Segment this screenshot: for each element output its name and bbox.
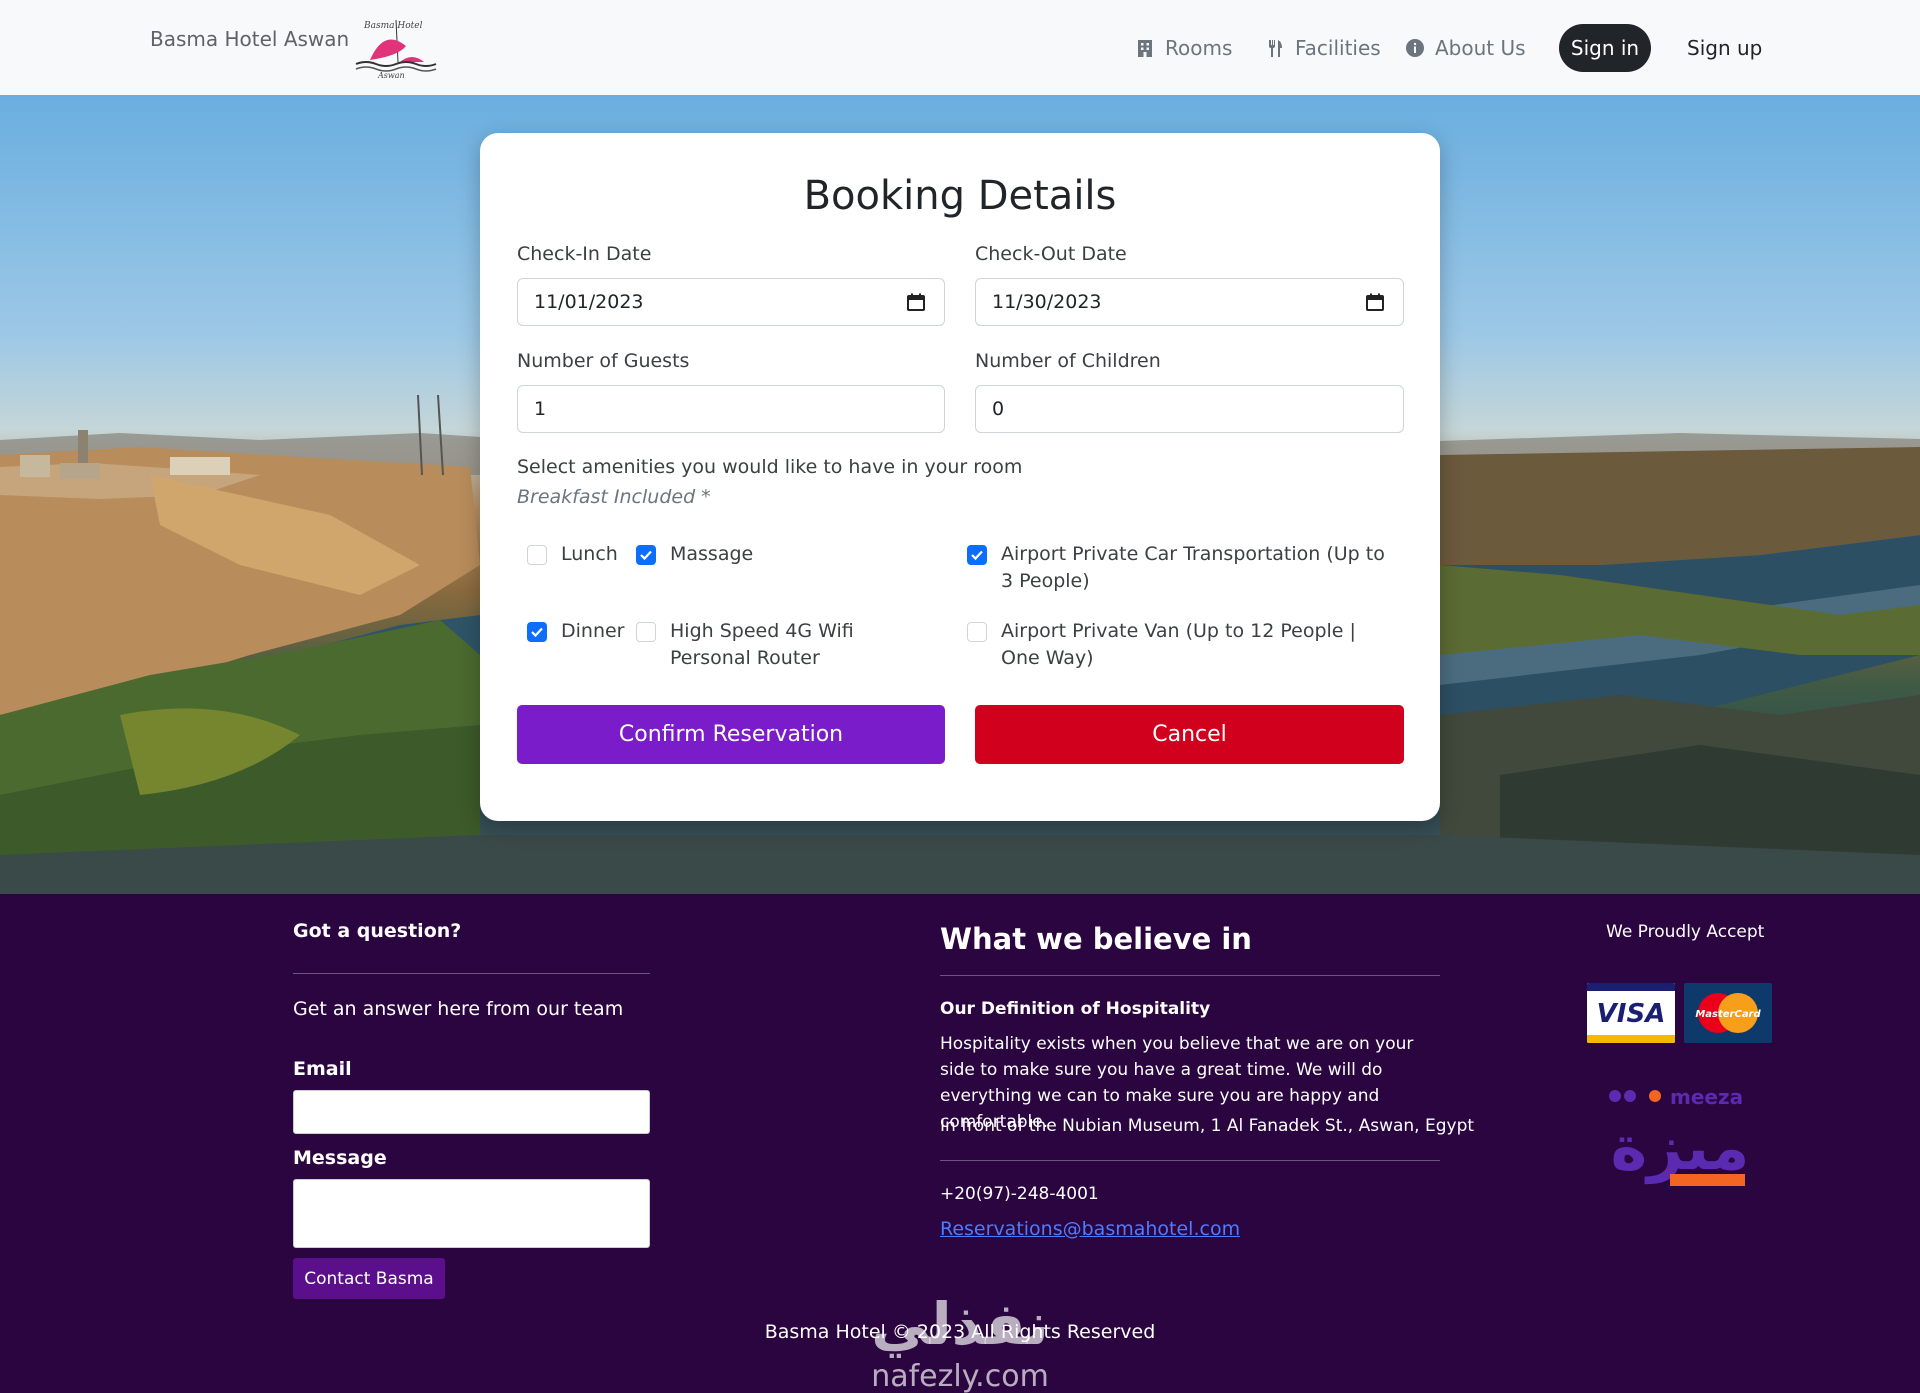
hotel-address: In front of the Nubian Museum, 1 Al Fana… [940, 1116, 1475, 1136]
meeza-arabic-text: ميزة [1611, 1111, 1750, 1184]
amenity-dinner-label: Dinner [561, 620, 625, 642]
amenity-airport-van-label: Airport Private Van (Up to 12 People | O… [1001, 620, 1356, 669]
checkmark-icon [531, 627, 543, 638]
email-label: Email [293, 1058, 352, 1080]
confirm-reservation-button[interactable]: Confirm Reservation [517, 705, 945, 764]
visa-logo: VISA [1587, 983, 1675, 1043]
booking-title: Booking Details [803, 173, 1117, 219]
logo-text-bottom: Aswan [377, 71, 405, 80]
brand-name[interactable]: Basma Hotel Aswan [150, 27, 349, 51]
sign-in-button[interactable]: Sign in [1559, 24, 1651, 72]
check-out-value: 11/30/2023 [992, 291, 1102, 313]
watermark-arabic-text: نفذلي [871, 1290, 1048, 1358]
believe-title: What we believe in [940, 922, 1252, 956]
booking-card: Booking Details Check-In Date 11/01/2023… [480, 133, 1440, 821]
guests-input[interactable]: 1 [517, 385, 945, 433]
checkmark-icon [640, 550, 652, 561]
question-subtitle: Get an answer here from our team [293, 998, 624, 1020]
sign-up-link[interactable]: Sign up [1687, 36, 1762, 60]
checkbox-dinner[interactable] [527, 622, 547, 642]
divider [293, 973, 650, 974]
calendar-icon[interactable] [1365, 292, 1385, 312]
children-value: 0 [992, 398, 1005, 420]
divider [940, 975, 1440, 976]
email-link[interactable]: Reservations@basmahotel.com [940, 1218, 1240, 1240]
footer: Got a question? Get an answer here from … [0, 894, 1920, 1393]
info-icon [1406, 39, 1424, 57]
email-field[interactable] [293, 1090, 650, 1134]
mastercard-logo: MasterCard [1684, 983, 1772, 1043]
children-input[interactable]: 0 [975, 385, 1404, 433]
checkbox-airport-car[interactable] [967, 545, 987, 565]
amenity-lunch[interactable]: Lunch [527, 541, 618, 568]
nav-facilities[interactable]: Facilities [1265, 36, 1381, 60]
cancel-button[interactable]: Cancel [975, 705, 1404, 764]
breakfast-note: Breakfast Included * [517, 486, 711, 508]
visa-text: VISA [1597, 999, 1666, 1029]
hospitality-title: Our Definition of Hospitality [940, 999, 1211, 1019]
nav-about-label: About Us [1435, 36, 1526, 60]
utensils-icon [1269, 40, 1282, 57]
logo-text-top: Basma Hotel [363, 21, 423, 31]
contact-button[interactable]: Contact Basma [293, 1258, 445, 1299]
nav-rooms[interactable]: Rooms [1135, 36, 1232, 60]
calendar-icon[interactable] [906, 292, 926, 312]
phone-number: +20(97)-248-4001 [940, 1184, 1099, 1204]
amenity-airport-van[interactable]: Airport Private Van (Up to 12 People | O… [967, 618, 1387, 672]
message-field[interactable] [293, 1179, 650, 1248]
divider [940, 1160, 1440, 1161]
question-title: Got a question? [293, 920, 462, 942]
amenity-massage-label: Massage [670, 543, 754, 565]
amenity-wifi-router-label: High Speed 4G Wifi Personal Router [670, 620, 854, 669]
check-in-value: 11/01/2023 [534, 291, 644, 313]
check-in-label: Check-In Date [517, 243, 652, 265]
nav-facilities-label: Facilities [1295, 36, 1381, 60]
amenities-title: Select amenities you would like to have … [517, 456, 1023, 478]
guests-label: Number of Guests [517, 350, 690, 372]
meeza-latin-text: meeza [1670, 1085, 1743, 1109]
nav-rooms-label: Rooms [1165, 36, 1233, 60]
checkbox-massage[interactable] [636, 545, 656, 565]
check-in-input[interactable]: 11/01/2023 [517, 278, 945, 326]
checkbox-airport-van[interactable] [967, 622, 987, 642]
checkbox-lunch[interactable] [527, 545, 547, 565]
amenity-airport-car-label: Airport Private Car Transportation (Up t… [1001, 543, 1385, 592]
message-label: Message [293, 1147, 387, 1169]
guests-value: 1 [534, 398, 547, 420]
mastercard-text: MasterCard [1695, 1009, 1761, 1020]
amenity-wifi-router[interactable]: High Speed 4G Wifi Personal Router [636, 618, 926, 672]
nafezly-watermark: نفذلي nafezly.com [871, 1290, 1049, 1393]
amenity-lunch-label: Lunch [561, 543, 618, 565]
nav-about[interactable]: About Us [1405, 36, 1526, 60]
checkbox-wifi-router[interactable] [636, 622, 656, 642]
watermark-latin-text: nafezly.com [871, 1359, 1049, 1393]
navbar: Basma Hotel Aswan Basma Hotel Aswan Room… [0, 0, 1920, 95]
accept-title: We Proudly Accept [1606, 922, 1765, 942]
checkmark-icon [971, 550, 983, 561]
amenity-airport-car[interactable]: Airport Private Car Transportation (Up t… [967, 541, 1387, 595]
check-out-label: Check-Out Date [975, 243, 1127, 265]
meeza-logo: meeza ميزة [1609, 1085, 1750, 1186]
children-label: Number of Children [975, 350, 1161, 372]
amenity-dinner[interactable]: Dinner [527, 618, 625, 645]
building-icon [1138, 40, 1152, 57]
hotel-logo[interactable]: Basma Hotel Aswan [350, 16, 442, 80]
amenity-massage[interactable]: Massage [636, 541, 753, 568]
check-out-input[interactable]: 11/30/2023 [975, 278, 1404, 326]
